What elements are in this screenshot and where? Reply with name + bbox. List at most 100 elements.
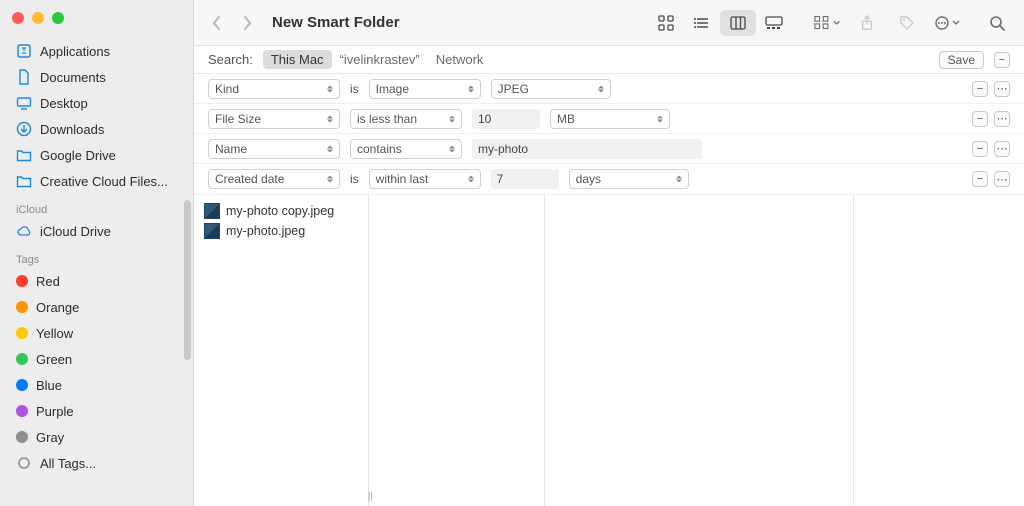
criteria-row-1: File Size is less than MB −⋯ [194, 104, 1024, 134]
search-scope-thismac[interactable]: This Mac [263, 50, 332, 69]
sidebar-item-label: Desktop [40, 96, 88, 111]
sidebar-item-documents[interactable]: Documents [0, 64, 193, 90]
folder-icon [16, 173, 32, 189]
sidebar-item-label: Orange [36, 300, 79, 315]
file-name: my-photo copy.jpeg [226, 204, 334, 218]
sidebar-item-label: Yellow [36, 326, 73, 341]
sidebar-scrollbar[interactable] [184, 200, 191, 360]
criteria-value-input[interactable] [472, 139, 702, 159]
criteria-operator-select[interactable]: within last [369, 169, 481, 189]
share-button[interactable] [854, 10, 880, 36]
sidebar-item-label: Red [36, 274, 60, 289]
criteria-attribute-select[interactable]: File Size [208, 109, 340, 129]
criteria-row-0: KindisImageJPEG−⋯ [194, 74, 1024, 104]
criteria-more-button[interactable]: ⋯ [994, 171, 1010, 187]
tags-button[interactable] [894, 10, 920, 36]
cloud-icon [16, 223, 32, 239]
downloads-icon [16, 121, 32, 137]
criteria-value-input[interactable] [491, 169, 559, 189]
sidebar-item-applications[interactable]: Applications [0, 38, 193, 64]
sidebar-item-creative-cloud-files-[interactable]: Creative Cloud Files... [0, 168, 193, 194]
sidebar-item-all-tags[interactable]: All Tags... [0, 450, 193, 476]
criteria-attribute-select[interactable]: Name [208, 139, 340, 159]
sidebar-tag-blue[interactable]: Blue [0, 372, 193, 398]
criteria-more-button[interactable]: ⋯ [994, 111, 1010, 127]
sidebar-section-icloud: iCloud [0, 194, 193, 218]
view-icons-button[interactable] [648, 10, 684, 36]
search-button[interactable] [984, 10, 1010, 36]
criteria-more-button[interactable]: ⋯ [994, 81, 1010, 97]
criteria-row-2: Name contains −⋯ [194, 134, 1024, 164]
tag-dot-icon [16, 431, 28, 443]
window-controls [0, 8, 193, 38]
sidebar-tag-purple[interactable]: Purple [0, 398, 193, 424]
view-list-button[interactable] [684, 10, 720, 36]
sidebar: ApplicationsDocuments Desktop Downloads Goo… [0, 0, 194, 506]
nav-buttons [208, 14, 256, 32]
sidebar-item-icloud-drive[interactable]: iCloud Drive [0, 218, 193, 244]
sidebar-tag-orange[interactable]: Orange [0, 294, 193, 320]
file-row[interactable]: my-photo.jpeg [198, 221, 364, 241]
view-mode-group [648, 10, 792, 36]
results-columns: my-photo copy.jpegmy-photo.jpeg|| [194, 195, 1024, 506]
sidebar-item-label: Downloads [40, 122, 104, 137]
sidebar-item-desktop[interactable]: Desktop [0, 90, 193, 116]
zoom-window-button[interactable] [52, 12, 64, 24]
results-column-1: my-photo copy.jpegmy-photo.jpeg|| [194, 195, 369, 506]
all-tags-icon [16, 455, 32, 471]
view-gallery-button[interactable] [756, 10, 792, 36]
criteria-operator-select[interactable]: is less than [350, 109, 462, 129]
file-row[interactable]: my-photo copy.jpeg [198, 201, 364, 221]
window-title: New Smart Folder [272, 14, 400, 31]
criteria-unit-select[interactable]: days [569, 169, 689, 189]
sidebar-item-label: Purple [36, 404, 74, 419]
minimize-window-button[interactable] [32, 12, 44, 24]
group-by-button[interactable] [814, 10, 840, 36]
results-column-3 [545, 195, 854, 506]
sidebar-item-label: Green [36, 352, 72, 367]
back-button[interactable] [208, 14, 226, 32]
forward-button[interactable] [238, 14, 256, 32]
action-menu-button[interactable] [934, 10, 960, 36]
sidebar-tag-gray[interactable]: Gray [0, 424, 193, 450]
search-scope-ivelinkrastev[interactable]: “ivelinkrastev” [332, 50, 428, 69]
criteria-attribute-select[interactable]: Kind [208, 79, 340, 99]
close-window-button[interactable] [12, 12, 24, 24]
criteria-operator-select[interactable]: Image [369, 79, 481, 99]
toolbar: New Smart Folder [194, 0, 1024, 46]
jpeg-file-icon [204, 203, 220, 219]
criteria-more-button[interactable]: ⋯ [994, 141, 1010, 157]
view-columns-button[interactable] [720, 10, 756, 36]
remove-scope-button[interactable]: − [994, 52, 1010, 68]
criteria-unit-select[interactable]: JPEG [491, 79, 611, 99]
criteria-value-input[interactable] [472, 109, 540, 129]
tag-dot-icon [16, 327, 28, 339]
jpeg-file-icon [204, 223, 220, 239]
criteria-unit-select[interactable]: MB [550, 109, 670, 129]
search-scope-network[interactable]: Network [428, 50, 492, 69]
criteria-operator-select[interactable]: contains [350, 139, 462, 159]
save-search-button[interactable]: Save [939, 51, 984, 69]
tag-dot-icon [16, 301, 28, 313]
sidebar-tag-green[interactable]: Green [0, 346, 193, 372]
sidebar-tag-yellow[interactable]: Yellow [0, 320, 193, 346]
remove-criteria-button[interactable]: − [972, 171, 988, 187]
sidebar-item-label: Gray [36, 430, 64, 445]
document-icon [16, 69, 32, 85]
remove-criteria-button[interactable]: − [972, 141, 988, 157]
sidebar-item-google-drive[interactable]: Google Drive [0, 142, 193, 168]
tag-dot-icon [16, 405, 28, 417]
results-column-4 [854, 195, 1024, 506]
sidebar-item-label: Creative Cloud Files... [40, 174, 168, 189]
search-criteria: KindisImageJPEG−⋯File Sizeis less thanMB… [194, 74, 1024, 195]
applications-icon [16, 43, 32, 59]
desktop-icon [16, 95, 32, 111]
tag-dot-icon [16, 353, 28, 365]
criteria-attribute-select[interactable]: Created date [208, 169, 340, 189]
sidebar-tag-red[interactable]: Red [0, 268, 193, 294]
remove-criteria-button[interactable]: − [972, 81, 988, 97]
sidebar-item-label: iCloud Drive [40, 224, 111, 239]
sidebar-item-downloads[interactable]: Downloads [0, 116, 193, 142]
remove-criteria-button[interactable]: − [972, 111, 988, 127]
folder-icon [16, 147, 32, 163]
